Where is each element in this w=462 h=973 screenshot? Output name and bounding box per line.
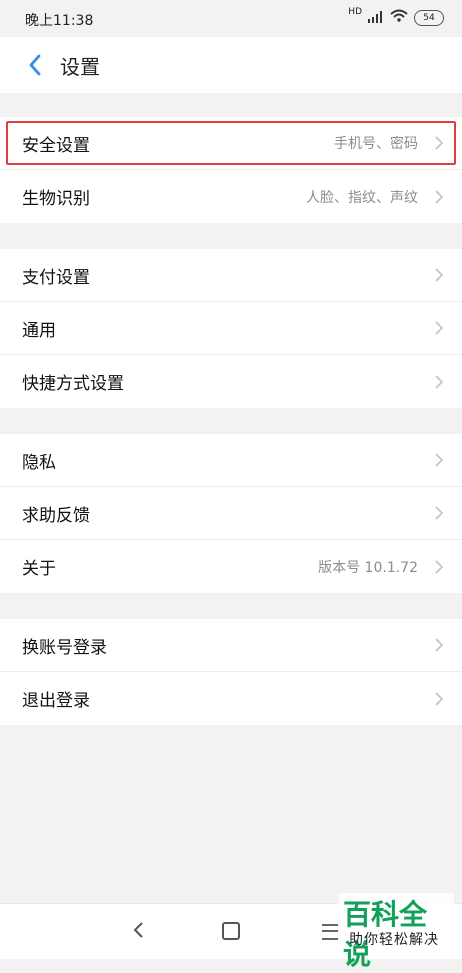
- row-label: 支付设置: [22, 267, 90, 288]
- settings-row-privacy[interactable]: 隐私: [0, 434, 462, 487]
- nav-back-button[interactable]: [129, 920, 149, 940]
- chevron-right-icon: [432, 559, 446, 574]
- row-label: 换账号登录: [22, 637, 107, 658]
- status-bar: 晚上11:38 HD 54: [0, 0, 462, 37]
- chevron-right-icon: [432, 374, 446, 389]
- row-value: 人脸、指纹、声纹: [306, 189, 418, 206]
- settings-row-biometrics[interactable]: 生物识别 人脸、指纹、声纹: [0, 170, 462, 223]
- battery-icon: 54: [414, 9, 444, 26]
- settings-row-about[interactable]: 关于 版本号 10.1.72: [0, 540, 462, 593]
- app-header: 设置: [0, 37, 462, 93]
- status-time: 晚上11:38: [25, 13, 94, 29]
- chevron-right-icon: [432, 691, 446, 706]
- row-label: 隐私: [22, 452, 56, 473]
- chevron-right-icon: [432, 638, 446, 652]
- chevron-right-icon: [432, 506, 446, 520]
- settings-row-payment[interactable]: 支付设置: [0, 249, 462, 302]
- hd-label: HD: [348, 6, 362, 17]
- nav-home-button[interactable]: [222, 922, 240, 940]
- battery-level: 54: [423, 12, 435, 23]
- chevron-right-icon: [432, 268, 446, 282]
- settings-row-shortcuts[interactable]: 快捷方式设置: [0, 355, 462, 408]
- chevron-left-icon: [29, 54, 41, 76]
- signal-icon: [368, 8, 384, 27]
- row-value: 版本号 10.1.72: [318, 559, 418, 576]
- settings-row-switch-account[interactable]: 换账号登录: [0, 619, 462, 672]
- row-value: 手机号、密码: [334, 136, 418, 152]
- row-label: 通用: [22, 320, 56, 341]
- settings-group-general: 支付设置 通用 快捷方式设置: [0, 249, 462, 408]
- settings-row-security[interactable]: 安全设置 手机号、密码: [0, 117, 462, 170]
- settings-row-logout[interactable]: 退出登录: [0, 672, 462, 725]
- chevron-right-icon: [432, 136, 446, 150]
- chevron-right-icon: [432, 321, 446, 335]
- row-label: 退出登录: [22, 691, 90, 711]
- settings-group-privacy: 隐私 求助反馈 关于 版本号 10.1.72: [0, 434, 462, 593]
- chevron-right-icon: [432, 189, 446, 204]
- page-title: 设置: [60, 54, 100, 79]
- nav-menu-button[interactable]: [322, 924, 338, 940]
- back-button[interactable]: [16, 46, 54, 84]
- wifi-icon: [390, 8, 408, 27]
- chevron-right-icon: [432, 453, 446, 467]
- row-label: 安全设置: [22, 135, 90, 156]
- nav-back-icon: [133, 922, 143, 938]
- row-label: 快捷方式设置: [22, 374, 124, 394]
- settings-group-login: 换账号登录 退出登录: [0, 619, 462, 725]
- row-label: 求助反馈: [22, 505, 90, 526]
- row-label: 生物识别: [22, 189, 90, 209]
- settings-group-account: 安全设置 手机号、密码 生物识别 人脸、指纹、声纹: [0, 117, 462, 223]
- watermark-sub-text: 助你轻松解决: [349, 932, 439, 948]
- settings-row-general[interactable]: 通用: [0, 302, 462, 355]
- status-icons: HD 54: [348, 6, 444, 27]
- settings-row-feedback[interactable]: 求助反馈: [0, 487, 462, 540]
- watermark: 百科全说 助你轻松解决: [339, 893, 454, 971]
- row-label: 关于: [22, 559, 56, 579]
